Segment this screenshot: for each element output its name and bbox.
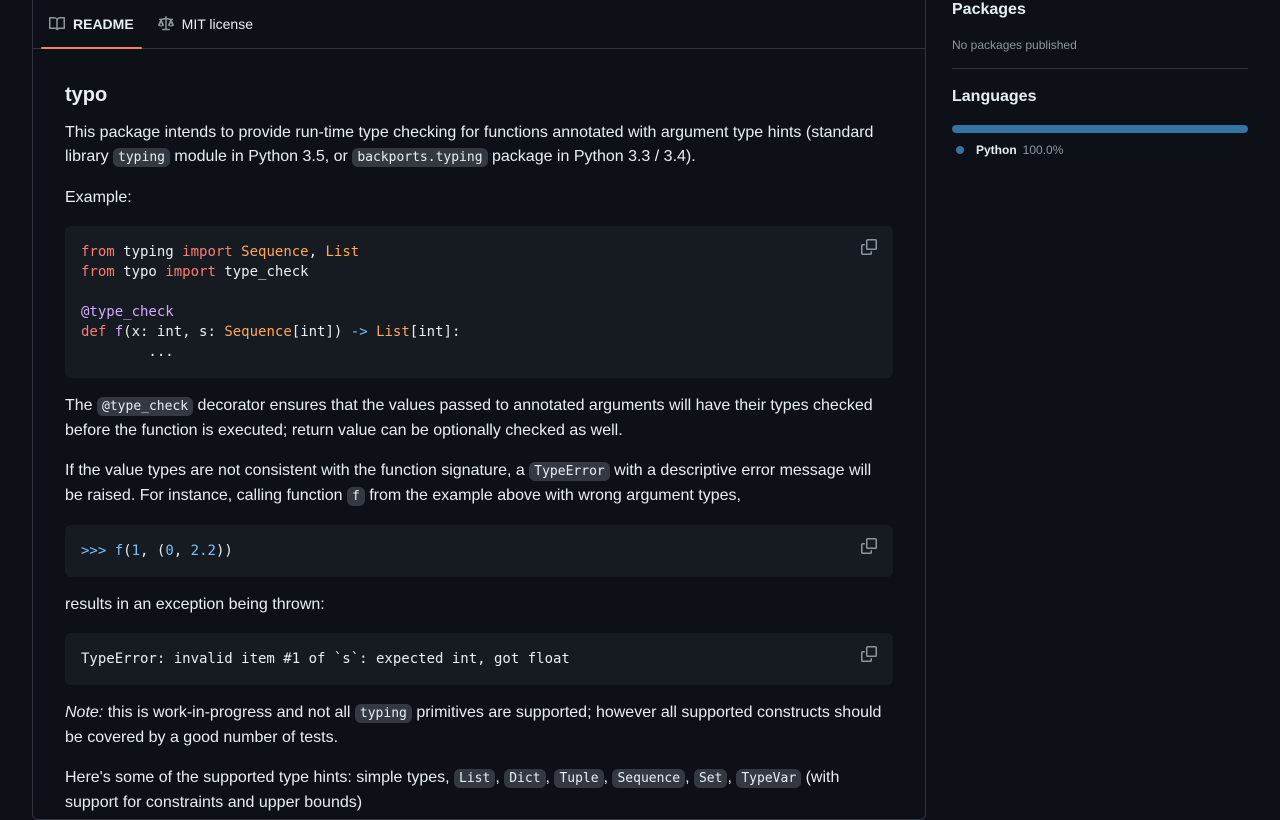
number: 1 xyxy=(131,543,141,559)
code-text: , xyxy=(173,543,191,559)
function-name: f xyxy=(114,324,124,340)
language-name: Python xyxy=(976,143,1017,157)
copy-button[interactable] xyxy=(861,538,879,556)
code-text: [int]: xyxy=(409,324,461,340)
text-segment: , xyxy=(685,769,694,786)
tab-license[interactable]: MIT license xyxy=(150,0,261,48)
repl-prompt: >>> xyxy=(81,543,107,559)
code-line: ... xyxy=(81,344,174,360)
class-name: List xyxy=(325,244,360,260)
code-text: , ( xyxy=(140,543,166,559)
text-segment: Here's some of the supported type hints:… xyxy=(65,769,455,786)
copy-button[interactable] xyxy=(861,646,879,664)
note-paragraph: Note: this is work-in-progress and not a… xyxy=(65,701,893,750)
keyword: def xyxy=(81,324,107,340)
sidebar-divider xyxy=(952,68,1248,69)
number: 2.2 xyxy=(190,543,216,559)
law-icon xyxy=(157,16,174,31)
code-text: type_check xyxy=(215,264,309,280)
number: 0 xyxy=(165,543,174,559)
decorator: @type_check xyxy=(81,304,174,320)
inline-code: backports.typing xyxy=(352,148,488,167)
inline-code: typing xyxy=(113,148,170,167)
packages-heading[interactable]: Packages xyxy=(952,0,1248,20)
note-label: Note: xyxy=(65,704,104,721)
supported-hints-paragraph: Here's some of the supported type hints:… xyxy=(65,766,893,815)
inline-code: @type_check xyxy=(97,397,194,416)
code-line: from typing import Sequence, List xyxy=(81,244,359,260)
text-segment: from the example above with wrong argume… xyxy=(364,487,741,504)
readme-tabs: README MIT license xyxy=(33,0,925,49)
class-name: List xyxy=(376,324,410,340)
typeerror-paragraph: If the value types are not consistent wi… xyxy=(65,459,893,509)
class-name: Sequence xyxy=(241,244,309,260)
language-dot xyxy=(956,146,964,154)
code-text: , xyxy=(308,244,326,260)
keyword: from xyxy=(81,244,115,260)
keyword: import xyxy=(182,244,233,260)
class-name: Sequence xyxy=(224,324,292,340)
code-line: from typo import type_check xyxy=(81,264,309,280)
intro-paragraph: This package intends to provide run-time… xyxy=(65,121,893,170)
inline-code: f xyxy=(346,487,365,506)
code-text: typo xyxy=(114,264,166,280)
code-block-error[interactable]: TypeError: invalid item #1 of `s`: expec… xyxy=(65,633,893,685)
text-segment: , xyxy=(495,769,505,786)
languages-heading: Languages xyxy=(952,88,1037,105)
code-text: typing xyxy=(114,244,183,260)
code-text: )) xyxy=(215,543,233,559)
text-segment: module in Python 3.5, or xyxy=(169,148,353,165)
keyword: from xyxy=(81,264,115,280)
code-line: def f(x: int, s: Sequence[int]) -> List[… xyxy=(81,324,460,340)
readme-panel: README MIT license typo This package int… xyxy=(32,0,926,820)
code-text: [int]) xyxy=(291,324,351,340)
repo-sidebar: Packages No packages published Languages… xyxy=(952,0,1248,157)
exception-paragraph: results in an exception being thrown: xyxy=(65,596,325,613)
book-icon xyxy=(49,17,65,31)
language-item-python[interactable]: Python 100.0% xyxy=(952,143,1248,157)
inline-code: Tuple xyxy=(554,769,604,788)
operator: -> xyxy=(350,324,368,340)
copy-icon xyxy=(861,646,877,662)
code-text: (x: int, s: xyxy=(123,324,225,340)
inline-code: typing xyxy=(354,704,412,723)
code-block-example[interactable]: from typing import Sequence, List from t… xyxy=(65,226,893,378)
keyword: import xyxy=(165,264,216,280)
copy-icon xyxy=(861,538,877,554)
decorator-paragraph: The @type_check decorator ensures that t… xyxy=(65,394,893,443)
packages-empty-text: No packages published xyxy=(952,38,1077,52)
readme-content: typo This package intends to provide run… xyxy=(33,83,925,815)
tab-readme-label: README xyxy=(73,16,134,32)
tab-license-label: MIT license xyxy=(181,16,253,32)
tab-readme[interactable]: README xyxy=(41,0,142,49)
code-line: TypeError: invalid item #1 of `s`: expec… xyxy=(81,651,570,667)
text-segment: package in Python 3.3 / 3.4). xyxy=(487,148,696,165)
language-percent: 100.0% xyxy=(1022,143,1064,157)
copy-icon xyxy=(861,239,877,255)
inline-code: TypeVar xyxy=(736,769,802,788)
text-segment: If the value types are not consistent wi… xyxy=(65,462,530,479)
code-text: ( xyxy=(123,543,132,559)
inline-code: Dict xyxy=(504,769,546,788)
inline-code: Set xyxy=(693,769,728,788)
code-block-call[interactable]: >>> f(1, (0, 2.2)) xyxy=(65,525,893,577)
inline-code: List xyxy=(454,769,496,788)
text-segment: The xyxy=(65,397,98,414)
function-name: f xyxy=(114,543,124,559)
copy-button[interactable] xyxy=(861,239,879,257)
inline-code: Sequence xyxy=(612,769,686,788)
language-bar xyxy=(952,125,1248,133)
inline-code: TypeError xyxy=(529,462,610,481)
readme-title: typo xyxy=(65,84,108,106)
example-label: Example: xyxy=(65,189,132,206)
text-segment: this is work-in-progress and not all xyxy=(103,704,355,721)
